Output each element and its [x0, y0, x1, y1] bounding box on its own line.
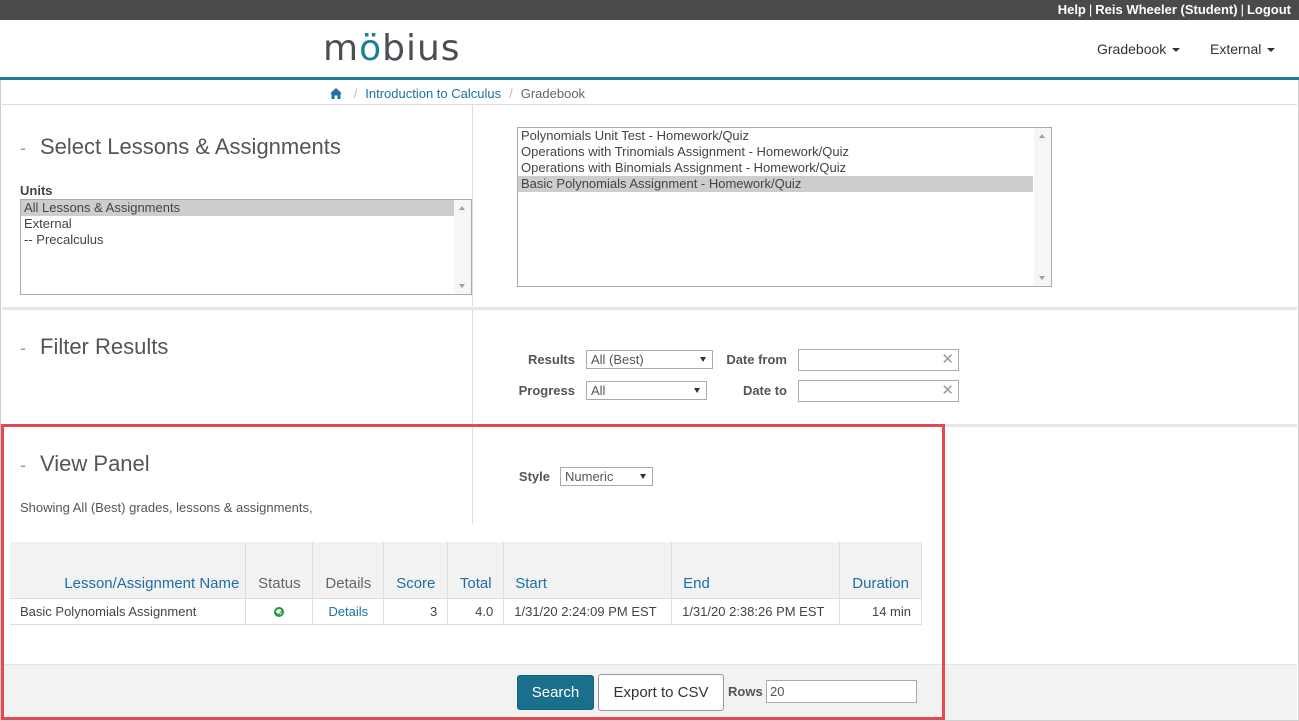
view-section-title-text: View Panel — [40, 451, 150, 476]
units-listbox[interactable]: All Lessons & Assignments External -- Pr… — [20, 199, 472, 295]
progress-select-value: All — [591, 383, 606, 398]
cell-status — [245, 597, 314, 625]
date-to-label: Date to — [742, 383, 787, 398]
cell-details: Details — [312, 597, 385, 625]
col-header-name[interactable]: Lesson/Assignment Name — [10, 542, 247, 598]
help-link[interactable]: Help — [1058, 2, 1086, 17]
divider — [472, 427, 473, 524]
style-select-value: Numeric — [565, 469, 614, 484]
assignments-listbox[interactable]: Polynomials Unit Test - Homework/Quiz Op… — [517, 127, 1052, 287]
divider — [2, 307, 1297, 310]
date-from-input[interactable]: ✕ — [798, 349, 959, 371]
results-select-value: All (Best) — [591, 352, 644, 367]
cell-start: 1/31/20 2:24:09 PM EST — [503, 597, 673, 625]
filter-section-title: - Filter Results — [20, 334, 168, 360]
mobius-logo[interactable]: möbius — [323, 28, 461, 69]
view-section-title: - View Panel — [20, 451, 150, 477]
breadcrumb: / Introduction to Calculus / Gradebook — [330, 86, 585, 101]
filter-section-title-text: Filter Results — [40, 334, 169, 359]
assignment-option[interactable]: Operations with Trinomials Assignment - … — [518, 144, 1051, 160]
logout-link[interactable]: Logout — [1247, 2, 1291, 17]
col-header-details: Details — [312, 542, 385, 598]
results-label: Results — [528, 352, 575, 367]
breadcrumb-separator: / — [509, 86, 513, 101]
assignment-option[interactable]: Operations with Binomials Assignment - H… — [518, 160, 1051, 176]
top-bar: Help | Reis Wheeler (Student) | Logout — [0, 0, 1299, 20]
divider — [2, 424, 1297, 427]
dropdown-arrow-icon — [700, 357, 706, 362]
top-separator: | — [1088, 2, 1093, 17]
external-menu[interactable]: External — [1210, 41, 1276, 57]
collapse-dash[interactable]: - — [20, 338, 26, 358]
assignment-option[interactable]: Basic Polynomials Assignment - Homework/… — [518, 176, 1033, 192]
units-option[interactable]: All Lessons & Assignments — [21, 200, 454, 216]
col-header-end[interactable]: End — [671, 542, 840, 598]
scroll-up-icon[interactable] — [1039, 134, 1045, 138]
col-header-start[interactable]: Start — [503, 542, 673, 598]
results-table: Lesson/Assignment Name Status Details Sc… — [10, 542, 923, 625]
scroll-down-icon[interactable] — [1039, 276, 1045, 280]
col-header-score[interactable]: Score — [383, 542, 449, 598]
col-header-total[interactable]: Total — [447, 542, 505, 598]
external-menu-label: External — [1210, 41, 1262, 57]
dropdown-arrow-icon — [640, 474, 646, 479]
export-csv-button[interactable]: Export to CSV — [598, 674, 724, 711]
logo-part: bius — [382, 28, 461, 69]
cell-name: Basic Polynomials Assignment — [10, 597, 247, 625]
units-scrollbar[interactable] — [454, 200, 471, 294]
breadcrumb-separator: / — [353, 86, 358, 101]
details-link[interactable]: Details — [328, 604, 368, 619]
collapse-dash[interactable]: - — [20, 138, 26, 158]
caret-down-icon — [1267, 48, 1276, 53]
top-links: Help | Reis Wheeler (Student) | Logout — [1058, 2, 1291, 17]
date-from-label: Date from — [726, 352, 787, 367]
top-separator: | — [1240, 2, 1244, 17]
style-select[interactable]: Numeric — [560, 467, 653, 486]
cell-duration: 14 min — [839, 597, 923, 625]
gradebook-menu[interactable]: Gradebook — [1097, 41, 1181, 57]
divider — [472, 310, 473, 424]
check-circle-icon — [274, 607, 285, 618]
header: möbius Gradebook External — [0, 20, 1299, 80]
select-section-title: - Select Lessons & Assignments — [20, 134, 341, 160]
collapse-dash[interactable]: - — [20, 455, 26, 475]
caret-down-icon — [1172, 48, 1181, 53]
cell-score: 3 — [383, 597, 449, 625]
logo-part: ö — [359, 28, 383, 69]
clear-icon[interactable]: ✕ — [941, 382, 954, 400]
home-icon[interactable] — [330, 86, 346, 101]
user-link[interactable]: Reis Wheeler (Student) — [1095, 2, 1237, 17]
assignments-scrollbar[interactable] — [1034, 128, 1051, 286]
select-section-title-text: Select Lessons & Assignments — [40, 134, 341, 159]
table-row: Basic Polynomials Assignment Details 3 4… — [10, 597, 923, 625]
units-label: Units — [20, 183, 53, 198]
col-header-duration[interactable]: Duration — [839, 542, 923, 598]
style-label: Style — [518, 469, 550, 484]
results-select[interactable]: All (Best) — [586, 350, 713, 369]
progress-select[interactable]: All — [586, 381, 707, 400]
assignment-option[interactable]: Polynomials Unit Test - Homework/Quiz — [518, 128, 1051, 144]
scroll-up-icon[interactable] — [459, 206, 465, 210]
scroll-down-icon[interactable] — [459, 284, 465, 288]
gradebook-menu-label: Gradebook — [1097, 41, 1167, 57]
rows-input[interactable]: 20 — [766, 680, 917, 703]
divider — [472, 105, 473, 306]
col-header-status: Status — [245, 542, 314, 598]
breadcrumb-course-link[interactable]: Introduction to Calculus — [365, 86, 501, 101]
date-to-input[interactable]: ✕ — [798, 380, 959, 402]
clear-icon[interactable]: ✕ — [941, 351, 954, 369]
cell-end: 1/31/20 2:38:26 PM EST — [671, 597, 840, 625]
progress-label: Progress — [518, 383, 575, 398]
cell-total: 4.0 — [447, 597, 505, 625]
showing-text: Showing All (Best) grades, lessons & ass… — [20, 500, 313, 515]
divider — [2, 104, 1297, 105]
search-button[interactable]: Search — [517, 675, 594, 710]
table-header-row: Lesson/Assignment Name Status Details Sc… — [10, 542, 923, 598]
dropdown-arrow-icon — [694, 388, 700, 393]
rows-label: Rows — [728, 684, 763, 699]
breadcrumb-current: Gradebook — [520, 86, 586, 101]
logo-part: m — [323, 28, 360, 69]
units-option[interactable]: External — [21, 216, 471, 232]
units-option[interactable]: -- Precalculus — [21, 232, 471, 248]
